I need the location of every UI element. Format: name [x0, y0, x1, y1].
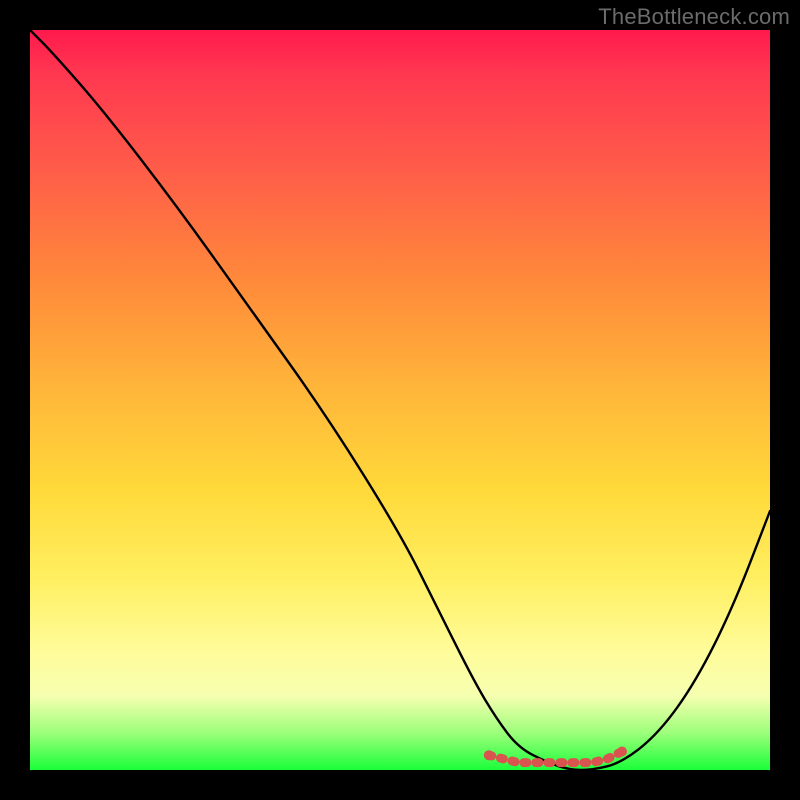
optimal-range-markers: [484, 747, 627, 763]
chart-frame: TheBottleneck.com: [0, 0, 800, 800]
chart-svg: [30, 30, 770, 770]
plot-area: [30, 30, 770, 770]
optimal-range-endpoint: [484, 750, 494, 760]
bottleneck-curve: [30, 30, 770, 770]
optimal-range-endpoint: [617, 747, 627, 757]
watermark-text: TheBottleneck.com: [598, 4, 790, 30]
optimal-range-band: [489, 752, 622, 763]
